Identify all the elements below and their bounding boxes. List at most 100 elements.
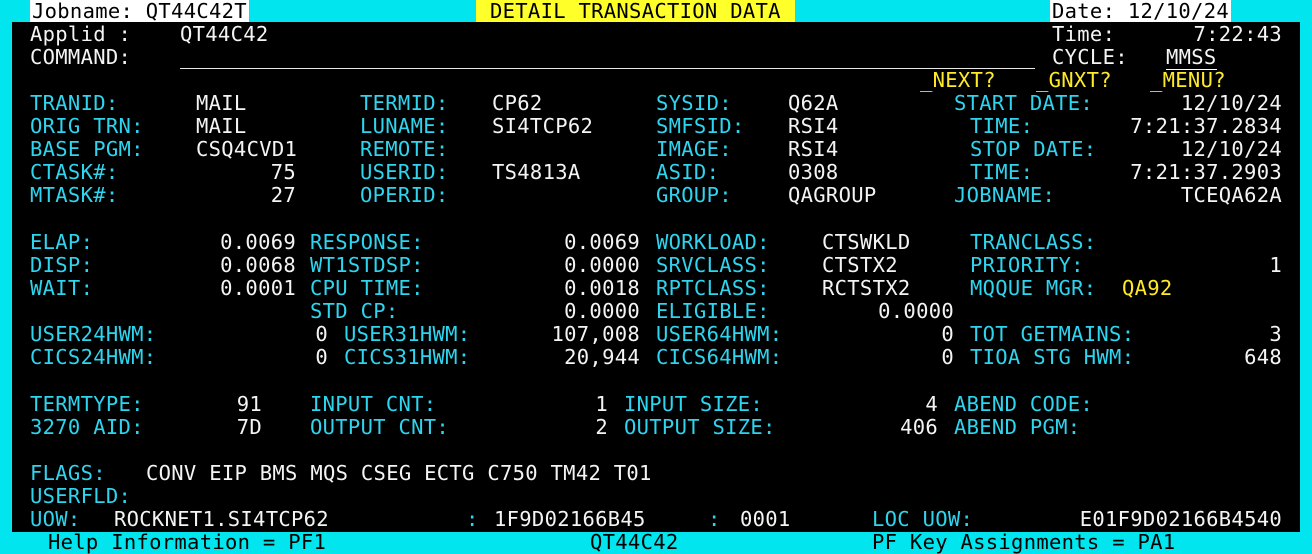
stdcp-value: 0.0000 xyxy=(564,299,640,323)
userid-value: TS4813A xyxy=(492,160,581,184)
cycle-label: CYCLE: xyxy=(1052,45,1128,69)
cics31-label: CICS31HWM: xyxy=(344,345,471,369)
command-input[interactable] xyxy=(180,46,1035,68)
tioa-label: TIOA STG HWM: xyxy=(970,345,1135,369)
disp-label: DISP: xyxy=(30,253,94,277)
command-underline xyxy=(180,68,1035,69)
basepgm-label: BASE PGM: xyxy=(30,137,144,161)
help-info[interactable]: Help Information = PF1 xyxy=(48,531,326,554)
abendcode-label: ABEND CODE: xyxy=(954,392,1094,416)
elap-label: ELAP: xyxy=(30,230,94,254)
eligible-value: 0.0000 xyxy=(878,299,954,323)
workload-label: WORKLOAD: xyxy=(656,230,770,254)
ctask-label: CTASK#: xyxy=(30,160,119,184)
locuow-value: E01F9D02166B4540 xyxy=(1079,507,1282,531)
mtask-label: MTASK#: xyxy=(30,183,119,207)
user31-value: 107,008 xyxy=(551,322,640,346)
image-label: IMAGE: xyxy=(656,137,732,161)
wait-value: 0.0001 xyxy=(220,276,296,300)
inputsize-label: INPUT SIZE: xyxy=(624,392,764,416)
totgetmains-label: TOT GETMAINS: xyxy=(970,322,1135,346)
aid-label: 3270 AID: xyxy=(30,415,144,439)
cycle-value[interactable]: MMSS xyxy=(1166,46,1217,70)
asid-value: 0308 xyxy=(788,160,839,184)
uow-separator-2: : xyxy=(708,507,721,531)
starttime-value: 7:21:37.2834 xyxy=(1130,114,1282,138)
userfld-label: USERFLD: xyxy=(30,484,132,508)
startdate-value: 12/10/24 xyxy=(1180,91,1282,115)
totgetmains-value: 3 xyxy=(1269,322,1282,346)
pf-key-assignments[interactable]: PF Key Assignments = PA1 xyxy=(872,531,1175,554)
termtype-label: TERMTYPE: xyxy=(30,392,144,416)
wait-label: WAIT: xyxy=(30,276,94,300)
tranid-label: TRANID: xyxy=(30,91,119,115)
group-label: GROUP: xyxy=(656,183,732,207)
asid-label: ASID: xyxy=(656,160,720,184)
origtrn-value: MAIL xyxy=(196,114,247,138)
image-value: RSI4 xyxy=(788,137,839,161)
startdate-label: START DATE: xyxy=(954,91,1094,115)
locuow-label: LOC UOW: xyxy=(872,507,974,531)
flags-label: FLAGS: xyxy=(30,461,106,485)
user64-value: 0 xyxy=(941,322,954,346)
stoptime-label: TIME: xyxy=(970,160,1034,184)
elap-value: 0.0069 xyxy=(220,230,296,254)
screen-title: DETAIL TRANSACTION DATA xyxy=(476,0,795,23)
uow-part3: 0001 xyxy=(740,507,791,531)
footer-applid: QT44C42 xyxy=(590,530,679,554)
smfsid-value: RSI4 xyxy=(788,114,839,138)
outputcnt-value: 2 xyxy=(595,415,608,439)
cics24-label: CICS24HWM: xyxy=(30,345,157,369)
stdcp-label: STD CP: xyxy=(310,299,399,323)
jobname-value: TCEQA62A xyxy=(1180,183,1282,207)
outputcnt-label: OUTPUT CNT: xyxy=(310,415,450,439)
response-label: RESPONSE: xyxy=(310,230,424,254)
outputsize-value: 406 xyxy=(900,415,938,439)
response-value: 0.0069 xyxy=(564,230,640,254)
luname-label: LUNAME: xyxy=(360,114,449,138)
priority-label: PRIORITY: xyxy=(970,253,1084,277)
termid-value: CP62 xyxy=(492,91,543,115)
remote-label: REMOTE: xyxy=(360,137,449,161)
terminal-screen: Jobname: QT44C42T DETAIL TRANSACTION DAT… xyxy=(0,0,1312,554)
stopdate-label: STOP DATE: xyxy=(970,137,1097,161)
tranclass-label: TRANCLASS: xyxy=(970,230,1097,254)
outputsize-label: OUTPUT SIZE: xyxy=(624,415,776,439)
starttime-label: TIME: xyxy=(970,114,1034,138)
aid-value: 7D xyxy=(236,415,262,439)
userid-label: USERID: xyxy=(360,160,449,184)
rptclass-label: RPTCLASS: xyxy=(656,276,770,300)
tioa-value: 648 xyxy=(1244,345,1282,369)
cics64-label: CICS64HWM: xyxy=(656,345,783,369)
uow-label: UOW: xyxy=(30,507,81,531)
origtrn-label: ORIG TRN: xyxy=(30,114,144,138)
eligible-label: ELIGIBLE: xyxy=(656,299,770,323)
gnxt-option[interactable]: _GNXT? xyxy=(1036,69,1112,92)
priority-value: 1 xyxy=(1269,253,1282,277)
wt1stdsp-label: WT1STDSP: xyxy=(310,253,424,277)
next-option[interactable]: _NEXT? xyxy=(920,69,996,92)
termtype-value: 91 xyxy=(236,392,262,416)
ctask-value: 75 xyxy=(270,160,296,184)
inputcnt-label: INPUT CNT: xyxy=(310,392,437,416)
mqque-label: MQQUE MGR: xyxy=(970,276,1097,300)
user24-value: 0 xyxy=(315,322,328,346)
stoptime-value: 7:21:37.2903 xyxy=(1130,160,1282,184)
applid-label: Applid : xyxy=(30,22,132,46)
uow-separator-1: : xyxy=(466,507,479,531)
mqque-value: QA92 xyxy=(1122,276,1173,300)
wt1stdsp-value: 0.0000 xyxy=(564,253,640,277)
header-jobname: Jobname: QT44C42T xyxy=(30,0,249,23)
menu-option[interactable]: _MENU? xyxy=(1150,69,1226,92)
user64-label: USER64HWM: xyxy=(656,322,783,346)
sysid-value: Q62A xyxy=(788,91,839,115)
cputime-value: 0.0018 xyxy=(564,276,640,300)
cics24-value: 0 xyxy=(315,345,328,369)
inputcnt-value: 1 xyxy=(595,392,608,416)
inputsize-value: 4 xyxy=(925,392,938,416)
mtask-value: 27 xyxy=(270,183,296,207)
time-value: 7:22:43 xyxy=(1193,22,1282,46)
smfsid-label: SMFSID: xyxy=(656,114,745,138)
jobname-label: JOBNAME: xyxy=(954,183,1056,207)
command-label: COMMAND: xyxy=(30,45,132,69)
